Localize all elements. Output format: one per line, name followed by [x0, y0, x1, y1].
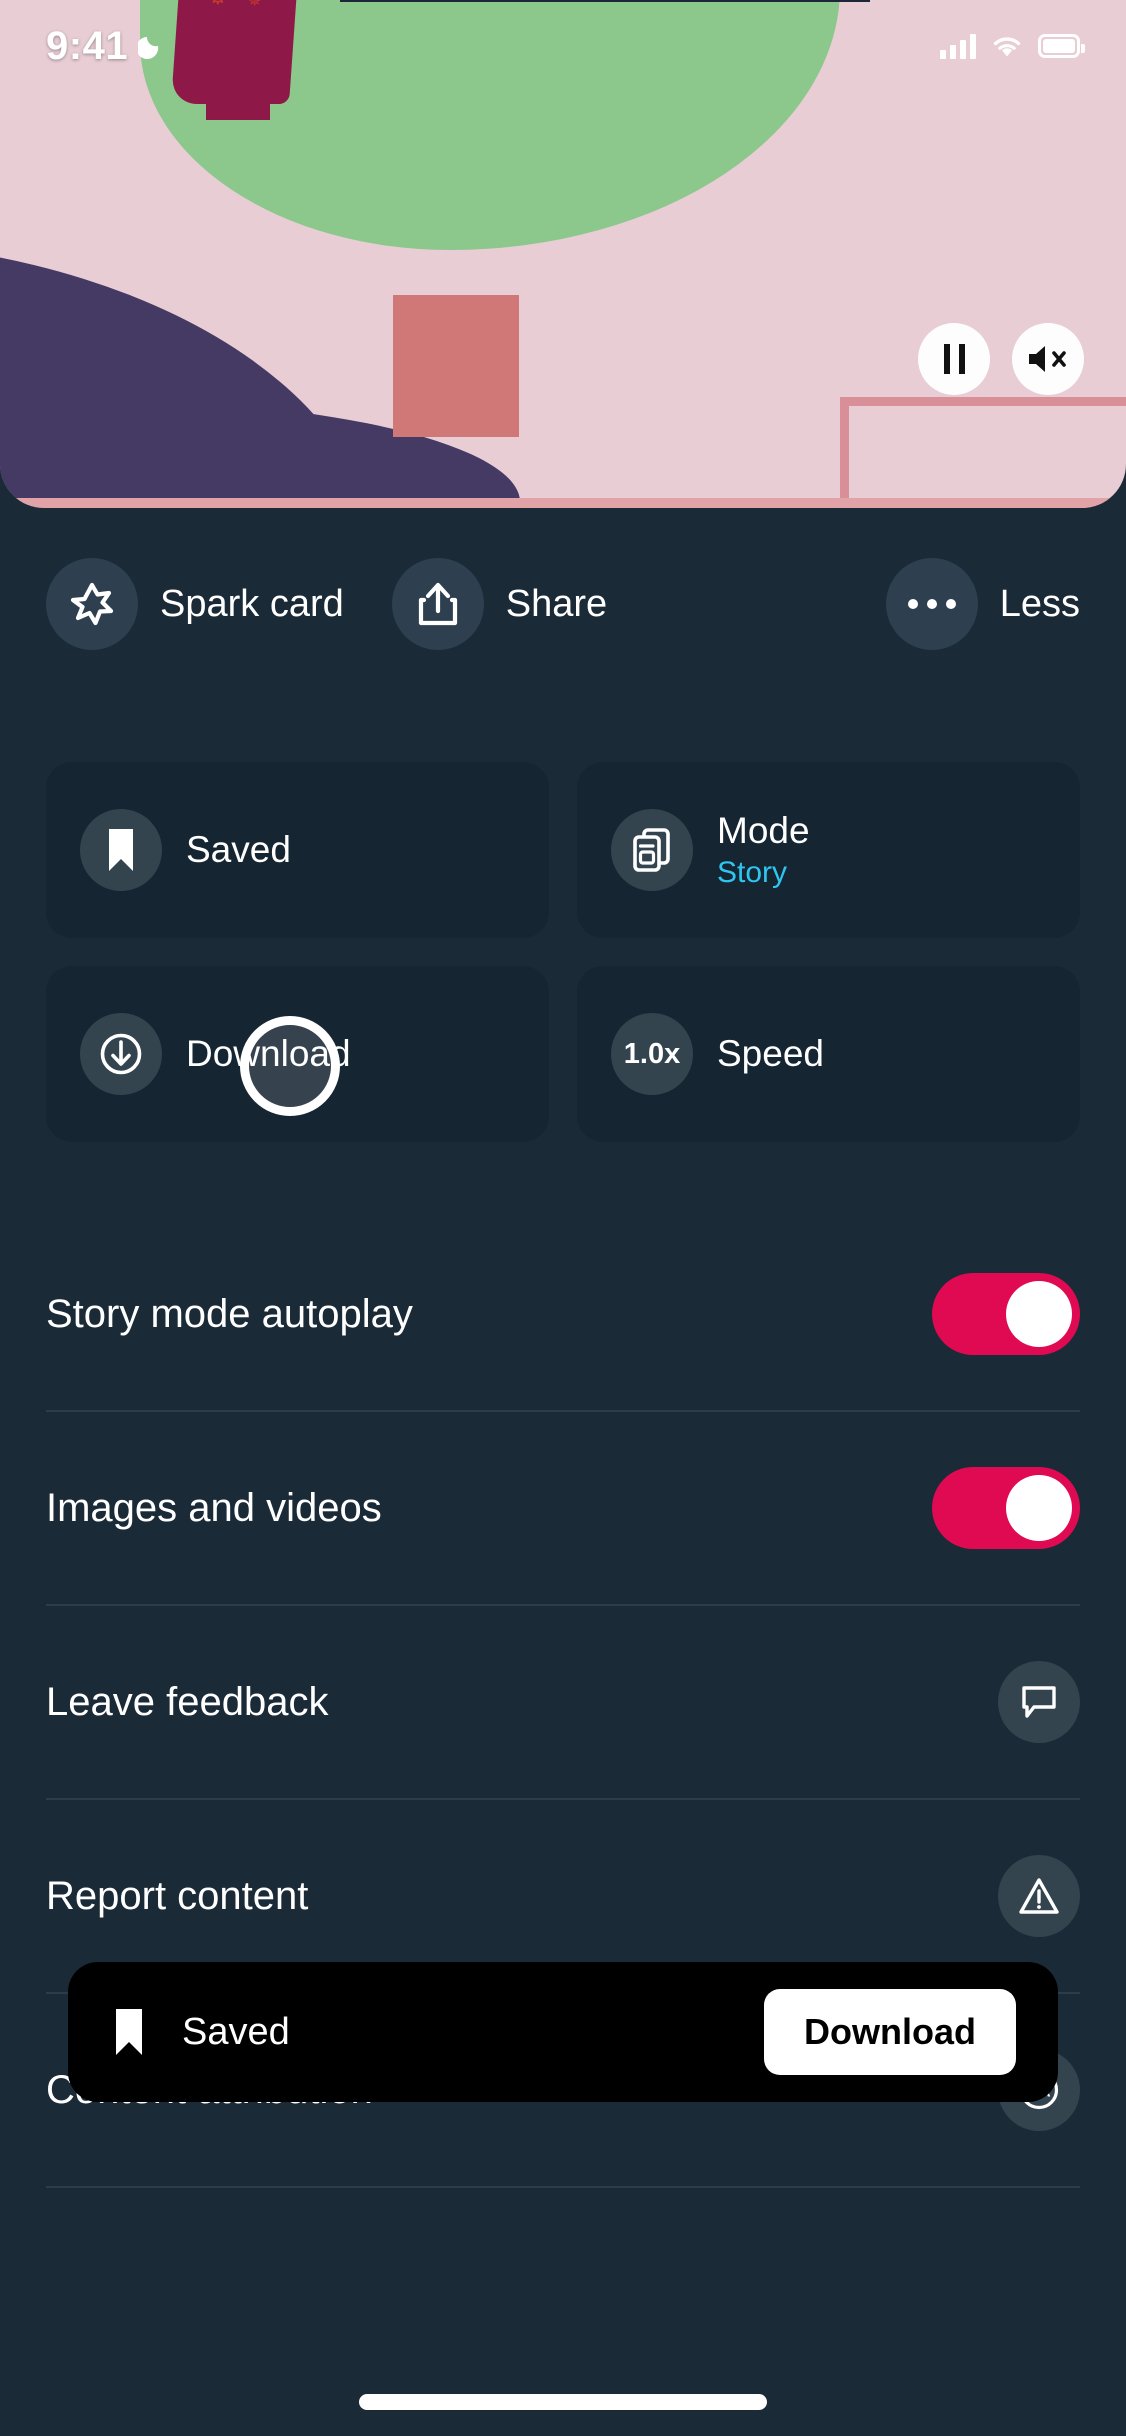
options-grid: Saved Mode Story Download 1.0x Speed [46, 762, 1080, 1142]
speed-value-label: 1.0x [623, 1037, 681, 1070]
warning-triangle-icon[interactable] [998, 1855, 1080, 1937]
stacked-cards-icon [611, 809, 693, 891]
battery-full-icon [1038, 34, 1085, 58]
leave-feedback-row[interactable]: Leave feedback [46, 1606, 1080, 1798]
toast-label: Saved [182, 2010, 290, 2053]
bookmark-filled-icon [80, 809, 162, 891]
media-controls [918, 323, 1084, 395]
leave-feedback-label: Leave feedback [46, 1679, 329, 1724]
toggle-knob [1006, 1281, 1072, 1347]
pause-icon [943, 344, 965, 374]
toast-content: Saved [110, 2006, 290, 2058]
saved-card-title: Saved [186, 829, 291, 871]
spark-card-button[interactable]: Spark card [46, 558, 344, 650]
wifi-icon [993, 37, 1021, 57]
toast-download-button[interactable]: Download [764, 1989, 1016, 2075]
action-row: Spark card Share Less [0, 558, 1126, 650]
download-card-title: Download [186, 1033, 351, 1075]
share-label: Share [505, 582, 608, 625]
status-bar: 9:41 [0, 0, 1126, 92]
home-indicator[interactable] [359, 2394, 767, 2410]
less-button[interactable]: Less [885, 558, 1080, 650]
share-upload-icon [391, 558, 484, 650]
spark-star-icon [46, 558, 138, 650]
chat-bubble-icon[interactable] [998, 1661, 1080, 1743]
pause-button[interactable] [918, 323, 990, 395]
mode-card-value: Story [717, 855, 788, 889]
status-bar-right [940, 33, 1085, 59]
divider [46, 2186, 1080, 2188]
bookmark-filled-icon [110, 2006, 148, 2058]
artwork-pink-line-horizontal [840, 397, 1126, 406]
story-mode-autoplay-row[interactable]: Story mode autoplay [46, 1218, 1080, 1410]
artwork-red-rectangle [393, 295, 519, 437]
status-bar-clock: 9:41 [46, 23, 129, 68]
artwork-pink-line-vertical [840, 397, 849, 508]
download-card[interactable]: Download [46, 966, 549, 1142]
crescent-moon-icon [138, 37, 159, 59]
mute-button[interactable] [1012, 323, 1084, 395]
story-mode-autoplay-label: Story mode autoplay [46, 1291, 413, 1336]
artwork-pink-baseline [0, 498, 1126, 508]
share-button[interactable]: Share [391, 558, 608, 650]
story-mode-autoplay-toggle[interactable] [932, 1273, 1080, 1355]
less-label: Less [999, 582, 1080, 625]
mode-card[interactable]: Mode Story [577, 762, 1080, 938]
spark-card-label: Spark card [160, 582, 344, 625]
status-bar-left: 9:41 [46, 24, 166, 69]
more-dots-icon [885, 558, 978, 650]
images-and-videos-label: Images and videos [46, 1485, 382, 1530]
speaker-mute-icon [1029, 346, 1066, 372]
saved-toast: Saved Download [68, 1962, 1058, 2102]
speed-card-title: Speed [717, 1033, 824, 1075]
cellular-signal-icon [940, 33, 976, 59]
saved-card[interactable]: Saved [46, 762, 549, 938]
download-circle-arrow-icon [80, 1013, 162, 1095]
toggle-knob [1006, 1475, 1072, 1541]
speed-card[interactable]: 1.0x Speed [577, 966, 1080, 1142]
images-and-videos-row[interactable]: Images and videos [46, 1412, 1080, 1604]
images-and-videos-toggle[interactable] [932, 1467, 1080, 1549]
mode-card-title: Mode [717, 810, 810, 852]
speed-value-badge: 1.0x [611, 1013, 693, 1095]
report-content-label: Report content [46, 1873, 309, 1918]
